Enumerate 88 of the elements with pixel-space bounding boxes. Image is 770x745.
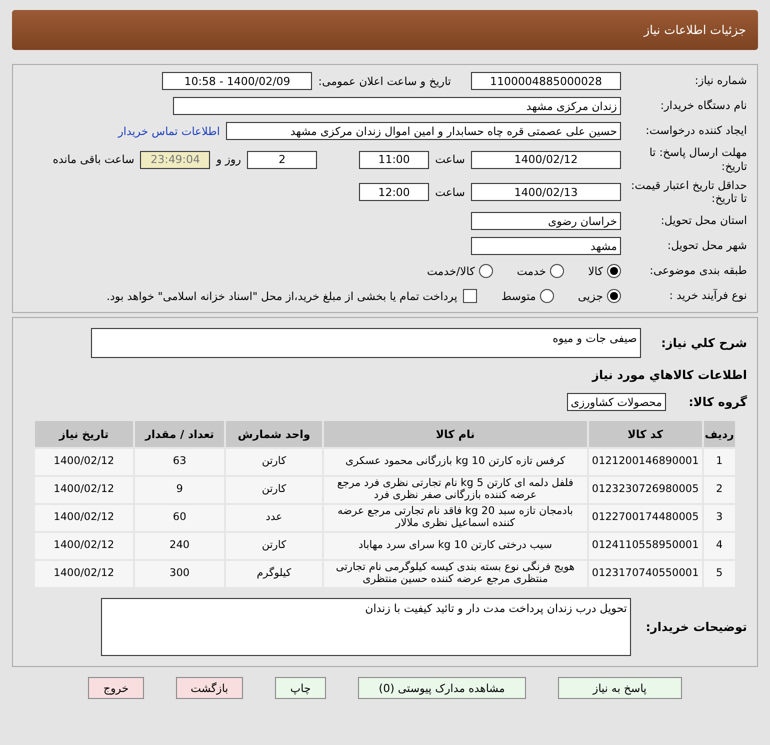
- action-button[interactable]: پاسخ به نیاز: [558, 677, 682, 699]
- table-cell: 4: [704, 533, 735, 559]
- field-label: شرح کلي نياز:: [660, 336, 747, 350]
- field-label: گروه کالا:: [688, 394, 747, 410]
- table-cell: کیلوگرم: [226, 561, 322, 587]
- column-header: ردیف: [704, 421, 735, 447]
- column-header: کد کالا: [588, 421, 702, 447]
- city-field[interactable]: مشهد: [471, 237, 621, 255]
- section-heading: اطلاعات کالاهاي مورد نياز: [592, 368, 747, 382]
- field-label: توضیحات خریدار:: [644, 620, 747, 634]
- field-label: ایجاد کننده درخواست:: [644, 124, 747, 138]
- radio-label: جزیی: [578, 290, 603, 302]
- field-label: طبقه بندی موضوعی:: [648, 264, 747, 278]
- days-field[interactable]: 2: [247, 150, 318, 169]
- radio-button[interactable]: [540, 289, 554, 303]
- radio-label: متوسط: [501, 290, 536, 302]
- table-cell: کرفس تازه کارتن 10 kg بازرگانی محمود عسکری: [324, 449, 587, 475]
- radio-button[interactable]: [607, 264, 621, 278]
- table-cell: هویج فرنگی نوع بسته بندی کیسه کیلوگرمی نام تجارتی منتظری مرجع عرضه کننده حسین منتظری: [324, 561, 587, 587]
- table-cell: بادمجان تازه سبد 20 kg فاقد نام تجارتی مرجع عرضه کننده اسماعیل نظری ملالار: [324, 505, 587, 531]
- radio-label: کالا/خدمت: [427, 264, 475, 278]
- table-cell: 0121200146890001: [588, 449, 702, 475]
- table-cell: 3: [704, 505, 735, 531]
- table-cell: 0122700174480005: [588, 505, 702, 531]
- field-label: روز و: [216, 153, 242, 166]
- table-cell: سیب درختی کارتن 10 kg سرای سرد مهاباد: [324, 533, 587, 559]
- column-header: تاریخ نیاز: [35, 421, 133, 447]
- table-cell: 1400/02/12: [35, 505, 133, 531]
- column-header: واحد شمارش: [226, 421, 322, 447]
- table-cell: 300: [134, 561, 224, 587]
- action-button[interactable]: خروج: [88, 677, 144, 699]
- radio-label: کالا: [588, 264, 603, 278]
- need-number-field[interactable]: 1100004885000028: [471, 72, 621, 90]
- table-cell: 9: [134, 477, 224, 503]
- notes-field[interactable]: تحویل درب زندان پرداخت مدت دار و تائید کیفیت با زندان: [101, 598, 631, 656]
- table-cell: 1400/02/12: [35, 561, 133, 587]
- time-field[interactable]: 12:00: [359, 183, 430, 202]
- announce-date-field[interactable]: 1400/02/09 - 10:58: [162, 72, 312, 90]
- radio-button[interactable]: [478, 264, 493, 278]
- contact-link[interactable]: اطلاعات تماس خریدار: [118, 124, 220, 138]
- date-field[interactable]: 1400/02/13: [471, 183, 621, 202]
- table-cell: 0124110558950001: [588, 533, 702, 559]
- table-cell: کارتن: [226, 449, 322, 475]
- buyer-field[interactable]: زندان مرکزی مشهد: [173, 97, 621, 115]
- table-cell: 1400/02/12: [35, 533, 133, 559]
- province-field[interactable]: خراسان رضوی: [471, 212, 621, 230]
- radio-button[interactable]: [550, 264, 564, 278]
- field-label: نوع فرآیند خرید :: [668, 289, 747, 303]
- table-cell: کارتن: [226, 477, 322, 503]
- table-cell: 2: [704, 477, 735, 503]
- field-label: ساعت: [435, 186, 465, 199]
- column-header: تعداد / مقدار: [134, 421, 224, 447]
- table-cell: 1: [704, 449, 735, 475]
- field-label: ساعت: [435, 153, 465, 166]
- table-cell: 1400/02/12: [35, 477, 133, 503]
- table-cell: 1400/02/12: [35, 449, 133, 475]
- table-cell: 5: [704, 561, 735, 587]
- table-cell: 63: [134, 449, 224, 475]
- field-label: حداقل تاریخ اعتبار قیمت: تا تاریخ:: [630, 178, 747, 206]
- field-label: مهلت ارسال پاسخ: تا تاریخ:: [648, 146, 747, 174]
- description-field[interactable]: صیفی جات و میوه: [91, 328, 641, 358]
- page-title: جزئیات اطلاعات نیاز: [644, 23, 746, 37]
- date-field[interactable]: 1400/02/12: [471, 150, 621, 169]
- field-label: شماره نیاز:: [694, 74, 747, 88]
- field-label: نام دستگاه خریدار:: [659, 99, 747, 113]
- table-cell: 0123230726980005: [588, 477, 702, 503]
- radio-label: خدمت: [516, 264, 546, 278]
- action-button[interactable]: بازگشت: [176, 677, 244, 699]
- table-cell: 240: [134, 533, 224, 559]
- table-cell: 0123170740550001: [588, 561, 702, 587]
- creator-field[interactable]: حسین علی عصمتی قره چاه حسابدار و امین اموال زندان مرکزی مشهد: [226, 122, 621, 140]
- radio-button[interactable]: [607, 289, 621, 303]
- time-field[interactable]: 11:00: [359, 150, 430, 169]
- table-cell: فلفل دلمه ای کارتن 5 kg نام تجارتی نظری فرد مرجع عرضه کننده بازرگانی صفر نظری فرد: [324, 477, 587, 503]
- table-cell: کارتن: [226, 533, 322, 559]
- checkbox[interactable]: [463, 289, 478, 303]
- table-cell: عدد: [226, 505, 322, 531]
- goods-group-field[interactable]: محصولات کشاورزی: [566, 393, 666, 411]
- column-header: نام کالا: [324, 421, 587, 447]
- action-button[interactable]: مشاهده مدارک پیوستی (0): [358, 677, 526, 699]
- action-button[interactable]: چاپ: [275, 677, 326, 699]
- table-cell: 60: [134, 505, 224, 531]
- field-label: تاریخ و ساعت اعلان عمومی:: [318, 74, 451, 88]
- field-label: استان محل تحویل:: [660, 214, 747, 228]
- checkbox-label: پرداخت تمام یا بخشی از مبلغ خرید،از محل "اسناد خزانه اسلامی" خواهد بود.: [106, 290, 458, 302]
- field-label: شهر محل تحویل:: [666, 239, 747, 253]
- remaining-time-field[interactable]: 23:49:04: [140, 150, 210, 169]
- field-label: ساعت باقی مانده: [52, 153, 134, 166]
